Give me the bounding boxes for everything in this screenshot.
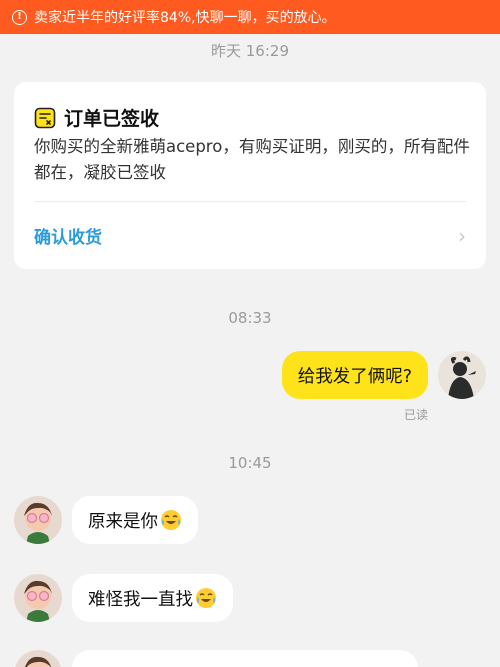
message-bubble-theirs[interactable]: 难怪我一直找 [72,574,233,622]
avatar-silhouette-image [438,351,486,399]
confirm-receipt-button[interactable]: 确认收货 › [14,202,486,269]
timestamp: 08:33 [228,309,272,327]
crying-laughing-emoji [161,510,181,530]
message-text: 给我发了俩呢? [297,366,412,387]
message-row-mine: 给我发了俩呢? [281,351,486,399]
avatar-girl-image [14,496,62,544]
avatar-mine[interactable] [438,351,486,399]
avatar-seller[interactable] [14,496,62,544]
message-row-theirs: 原来是你 [14,496,198,544]
avatar-girl-image [14,650,62,667]
order-card-header: 订单已签收 [34,104,159,131]
message-bubble-theirs[interactable]: 原来是你 [72,496,198,544]
chevron-right-icon: › [458,223,466,248]
avatar-girl-image [14,574,62,622]
message-text: 原来是你 [88,511,158,532]
receipt-icon [34,107,56,128]
confirm-receipt-label: 确认收货 [34,228,102,248]
message-bubble-theirs[interactable] [72,650,418,667]
seller-rating-banner[interactable]: ! 卖家近半年的好评率84%,快聊一聊，买的放心。 [0,0,500,34]
timestamp: 10:45 [228,454,272,472]
message-bubble-mine[interactable]: 给我发了俩呢? [281,351,428,399]
timestamp: 昨天 16:29 [211,42,289,60]
avatar-seller[interactable] [14,650,62,667]
warning-icon: ! [12,9,27,25]
order-card: 订单已签收 你购买的全新雅萌acepro，有购买证明，刚买的，所有配件都在，凝胶… [14,82,486,269]
crying-laughing-emoji [196,588,216,608]
order-status-title: 订单已签收 [64,108,160,130]
message-text: 难怪我一直找 [88,589,193,610]
message-row-theirs: 难怪我一直找 [14,574,233,622]
message-row-theirs [14,650,418,667]
read-status: 已读 [403,408,428,422]
banner-text: 卖家近半年的好评率84%,快聊一聊，买的放心。 [34,10,336,26]
order-description: 你购买的全新雅萌acepro，有购买证明，刚买的，所有配件都在，凝胶已签收 [34,137,470,182]
chat-screen: ! 卖家近半年的好评率84%,快聊一聊，买的放心。 昨天 16:29 订单已签收… [0,0,500,667]
avatar-seller[interactable] [14,574,62,622]
